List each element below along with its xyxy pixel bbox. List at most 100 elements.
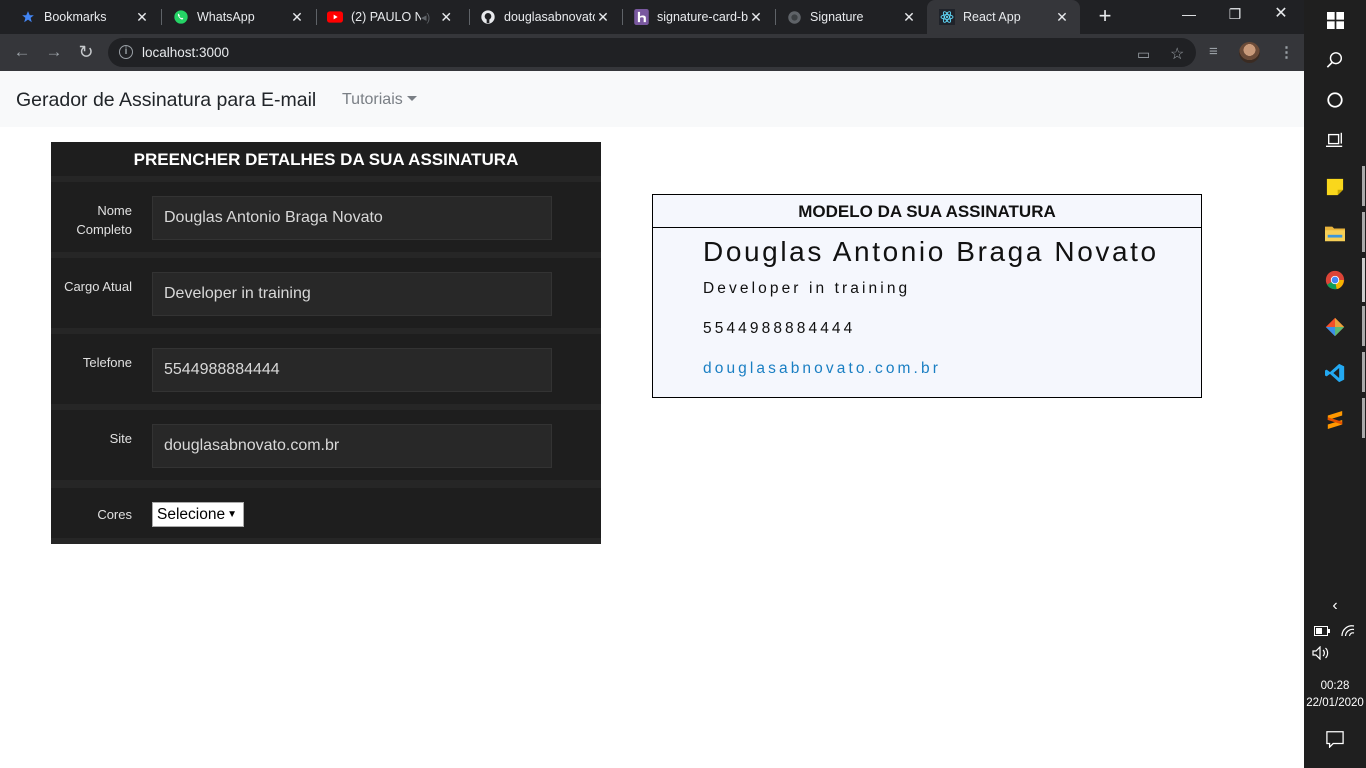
close-tab-icon[interactable]: ✕ <box>289 9 305 26</box>
youtube-icon <box>327 9 343 25</box>
notifications-icon[interactable] <box>1323 727 1347 751</box>
cast-icon[interactable]: ▭ <box>1137 46 1150 63</box>
close-tab-icon[interactable]: ✕ <box>748 9 764 26</box>
app-navbar: Gerador de Assinatura para E-mail Tutori… <box>0 71 1304 127</box>
running-indicator <box>1362 352 1365 392</box>
signature-name: Douglas Antonio Braga Novato <box>703 236 1159 267</box>
signature-site-link[interactable]: douglasabnovato.com.br <box>703 360 941 378</box>
close-tab-icon[interactable]: ✕ <box>595 9 611 26</box>
forward-button[interactable]: → <box>43 42 65 64</box>
close-tab-icon[interactable]: ✕ <box>901 9 917 26</box>
tab-strip: Bookmarks ✕ WhatsApp ✕ (2) PAULO N ◂) ✕ … <box>0 0 1304 34</box>
colors-row: Cores Selecione ▼ <box>51 480 601 538</box>
site-input[interactable]: douglasabnovato.com.br <box>152 424 552 468</box>
address-bar[interactable]: i localhost:3000 ▭ ☆ <box>108 38 1196 67</box>
github-icon <box>480 9 496 25</box>
page-content: Gerador de Assinatura para E-mail Tutori… <box>0 71 1304 768</box>
profile-avatar[interactable] <box>1239 42 1260 63</box>
star-icon <box>20 9 36 25</box>
speaker-icon[interactable]: ◂) <box>421 11 430 24</box>
name-label: Nome Completo <box>76 203 132 237</box>
cortana-icon[interactable] <box>1323 88 1347 112</box>
whatsapp-icon <box>173 9 189 25</box>
phone-input[interactable]: 5544988884444 <box>152 348 552 392</box>
chrome-icon[interactable] <box>1323 268 1347 292</box>
heroku-icon <box>633 9 649 25</box>
tutorials-label: Tutoriais <box>342 91 403 108</box>
volume-icon[interactable] <box>1312 645 1330 663</box>
menu-icon[interactable]: ⋮ <box>1279 43 1294 61</box>
site-row: Site douglasabnovato.com.br <box>51 404 601 480</box>
vscode-icon[interactable] <box>1323 361 1347 385</box>
clock-time[interactable]: 00:28 <box>1304 680 1366 692</box>
signature-form: PREENCHER DETALHES DA SUA ASSINATURA Nom… <box>51 142 601 544</box>
select-arrow-icon: ▼ <box>227 509 237 520</box>
git-kraken-icon[interactable] <box>1323 315 1347 339</box>
task-view-icon[interactable] <box>1323 128 1347 152</box>
running-indicator <box>1362 212 1365 252</box>
url-text: localhost:3000 <box>142 45 230 60</box>
running-indicator <box>1362 166 1365 206</box>
reload-button[interactable]: ↻ <box>75 42 97 64</box>
battery-icon[interactable] <box>1314 624 1330 639</box>
caret-down-icon <box>406 96 417 101</box>
restore-button[interactable]: ❐ <box>1212 0 1258 30</box>
preview-title: MODELO DA SUA ASSINATURA <box>653 195 1201 228</box>
site-label: Site <box>109 431 132 446</box>
sublime-text-icon[interactable] <box>1323 408 1347 432</box>
tab-title: signature-card-b <box>657 10 748 24</box>
new-tab-button[interactable]: + <box>1093 4 1117 30</box>
windows-taskbar: ‹ 00:28 22/01/2020 <box>1304 0 1366 768</box>
close-tab-icon[interactable]: ✕ <box>134 9 150 26</box>
form-footer-bar <box>51 538 601 544</box>
tab-title: (2) PAULO N <box>351 10 421 24</box>
colors-selected-value: Selecione <box>157 506 226 523</box>
site-info-icon[interactable]: i <box>119 45 133 59</box>
tab-signature[interactable]: Signature ✕ <box>766 0 927 34</box>
react-icon <box>939 9 955 25</box>
signature-phone: 5544988884444 <box>703 320 856 337</box>
tab-bookmarks[interactable]: Bookmarks ✕ <box>0 0 160 34</box>
tab-whatsapp[interactable]: WhatsApp ✕ <box>153 0 315 34</box>
running-indicator <box>1362 398 1365 438</box>
tab-title: Bookmarks <box>44 10 107 24</box>
job-input[interactable]: Developer in training <box>152 272 552 316</box>
tab-youtube[interactable]: (2) PAULO N ◂) ✕ <box>307 0 468 34</box>
running-indicator <box>1362 258 1365 302</box>
wifi-icon[interactable] <box>1340 622 1356 639</box>
browser-toolbar: ← → ↻ i localhost:3000 ▭ ☆ ≡ ⋮ <box>0 34 1304 71</box>
windows-start-icon[interactable] <box>1323 8 1347 32</box>
tab-heroku[interactable]: signature-card-b ✕ <box>613 0 774 34</box>
bookmark-star-icon[interactable]: ☆ <box>1170 44 1184 64</box>
signature-preview: MODELO DA SUA ASSINATURA Douglas Antonio… <box>652 194 1202 398</box>
name-input[interactable]: Douglas Antonio Braga Novato <box>152 196 552 240</box>
signature-job: Developer in training <box>703 280 911 297</box>
tab-title: React App <box>963 10 1021 24</box>
tutorials-dropdown[interactable]: Tutoriais <box>342 91 417 109</box>
colors-label: Cores <box>97 507 132 522</box>
show-hidden-icons-chevron[interactable]: ‹ <box>1323 594 1347 618</box>
close-tab-icon[interactable]: ✕ <box>1054 9 1070 26</box>
tab-github[interactable]: douglasabnovato ✕ <box>460 0 621 34</box>
phone-label: Telefone <box>82 355 132 370</box>
close-tab-icon[interactable]: ✕ <box>438 9 454 26</box>
job-row: Cargo Atual Developer in training <box>51 252 601 328</box>
running-indicator <box>1362 306 1365 346</box>
close-window-button[interactable]: ✕ <box>1258 0 1304 30</box>
browser-window: Bookmarks ✕ WhatsApp ✕ (2) PAULO N ◂) ✕ … <box>0 0 1304 768</box>
phone-row: Telefone 5544988884444 <box>51 328 601 404</box>
name-row: Nome Completo Douglas Antonio Braga Nova… <box>51 176 601 252</box>
clock-date[interactable]: 22/01/2020 <box>1304 697 1366 709</box>
file-explorer-icon[interactable] <box>1323 221 1347 245</box>
form-title: PREENCHER DETALHES DA SUA ASSINATURA <box>133 150 519 169</box>
colors-select[interactable]: Selecione ▼ <box>152 502 244 527</box>
minimize-button[interactable]: — <box>1166 0 1212 30</box>
tab-title: douglasabnovato <box>504 10 595 24</box>
media-control-icon[interactable]: ≡ <box>1209 43 1218 60</box>
search-icon[interactable] <box>1323 48 1347 72</box>
tab-react-app[interactable]: React App ✕ <box>927 0 1080 34</box>
app-brand[interactable]: Gerador de Assinatura para E-mail <box>16 89 316 112</box>
sticky-notes-icon[interactable] <box>1323 175 1347 199</box>
back-button[interactable]: ← <box>11 42 33 64</box>
tab-title: Signature <box>810 10 864 24</box>
